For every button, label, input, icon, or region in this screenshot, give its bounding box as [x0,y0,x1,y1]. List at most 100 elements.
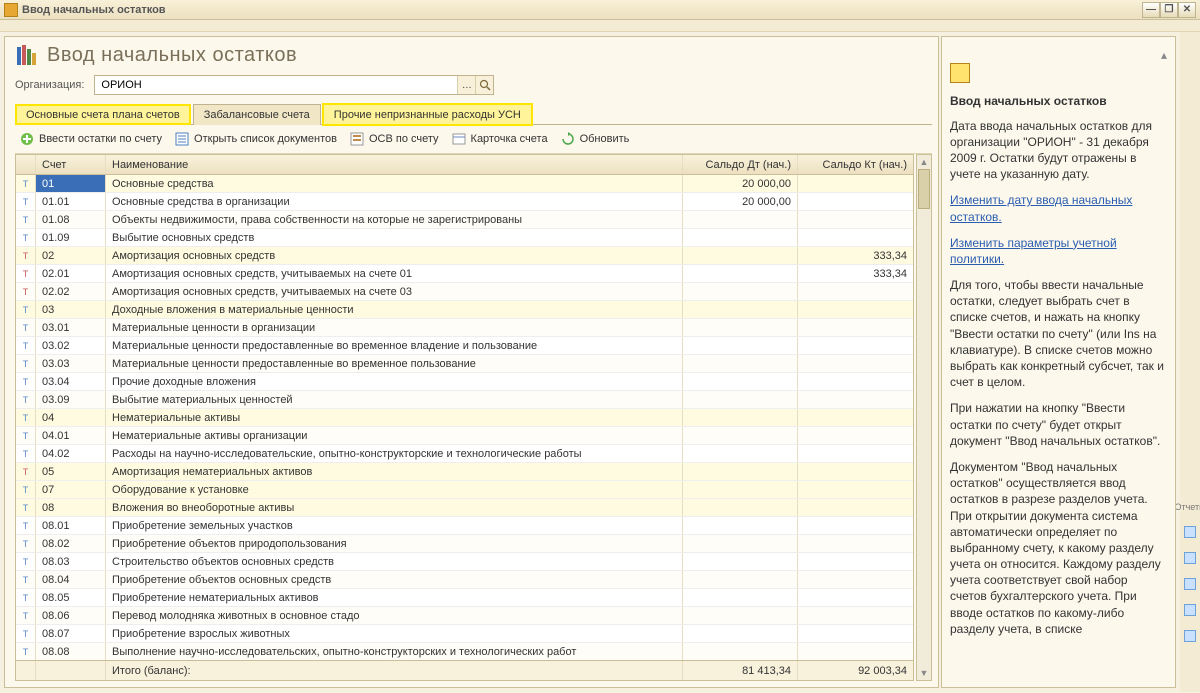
table-row[interactable]: Т 08.04 Приобретение объектов основных с… [16,571,913,589]
cell-saldo-dt [683,499,798,516]
table-scrollbar[interactable]: ▲ ▼ [916,154,932,681]
cell-account: 08.07 [36,625,106,642]
cell-account: 02.02 [36,283,106,300]
tab-2[interactable]: Прочие непризнанные расходы УСН [323,104,532,125]
table-row[interactable]: Т 05 Амортизация нематериальных активов [16,463,913,481]
cell-saldo-dt [683,409,798,426]
cell-name: Прочие доходные вложения [106,373,683,390]
table-row[interactable]: Т 02.01 Амортизация основных средств, уч… [16,265,913,283]
table-row[interactable]: Т 03.02 Материальные ценности предоставл… [16,337,913,355]
row-type-icon: Т [16,373,36,390]
cell-saldo-dt [683,247,798,264]
table-row[interactable]: Т 08.03 Строительство объектов основных … [16,553,913,571]
table-row[interactable]: Т 08.07 Приобретение взрослых животных [16,625,913,643]
table-row[interactable]: Т 02 Амортизация основных средств 333,34 [16,247,913,265]
action-osv[interactable]: ОСВ по счету [349,131,439,147]
cell-saldo-kt: 333,34 [798,265,913,282]
tab-1[interactable]: Забалансовые счета [193,104,321,125]
table-row[interactable]: Т 08.02 Приобретение объектов природопол… [16,535,913,553]
plus-icon [19,131,35,147]
table-row[interactable]: Т 08.08 Выполнение научно-исследовательс… [16,643,913,660]
dock-item[interactable] [1184,604,1196,616]
select-org-button[interactable]: … [457,76,475,94]
cell-saldo-kt [798,481,913,498]
search-org-button[interactable] [475,76,493,94]
table-row[interactable]: Т 08.01 Приобретение земельных участков [16,517,913,535]
action-open-list[interactable]: Открыть список документов [174,131,337,147]
cell-account: 05 [36,463,106,480]
table-row[interactable]: Т 04 Нематериальные активы [16,409,913,427]
cell-saldo-kt [798,427,913,444]
cell-saldo-dt [683,337,798,354]
cell-saldo-dt [683,589,798,606]
app-icon [4,3,18,17]
dock-item[interactable] [1184,526,1196,538]
table-row[interactable]: Т 01.09 Выбытие основных средств [16,229,913,247]
table-row[interactable]: Т 04.01 Нематериальные активы организаци… [16,427,913,445]
cell-name: Доходные вложения в материальные ценност… [106,301,683,318]
cell-account: 01.01 [36,193,106,210]
cell-saldo-kt: 333,34 [798,247,913,264]
cell-saldo-kt [798,463,913,480]
cell-saldo-kt [798,517,913,534]
table-row[interactable]: Т 03.09 Выбытие материальных ценностей [16,391,913,409]
minimize-button[interactable]: — [1142,2,1160,18]
link-change-policy[interactable]: Изменить параметры учетной политики. [950,236,1117,266]
row-type-icon: Т [16,301,36,318]
table-row[interactable]: Т 04.02 Расходы на научно-исследовательс… [16,445,913,463]
table-row[interactable]: Т 08.06 Перевод молодняка животных в осн… [16,607,913,625]
table-row[interactable]: Т 02.02 Амортизация основных средств, уч… [16,283,913,301]
action-refresh[interactable]: Обновить [560,131,630,147]
row-type-icon: Т [16,355,36,372]
cell-account: 01 [36,175,106,192]
table-footer: Итого (баланс): 81 413,34 92 003,34 [16,660,913,680]
cell-account: 08.02 [36,535,106,552]
help-paragraph: При нажатии на кнопку "Ввести остатки по… [950,400,1167,449]
scroll-thumb[interactable] [918,169,930,209]
action-enter-balance[interactable]: Ввести остатки по счету [19,131,162,147]
cell-account: 08 [36,499,106,516]
table-row[interactable]: Т 01.01 Основные средства в организации … [16,193,913,211]
table-row[interactable]: Т 03.01 Материальные ценности в организа… [16,319,913,337]
close-button[interactable]: ✕ [1178,2,1196,18]
card-icon [451,131,467,147]
table-row[interactable]: Т 03.03 Материальные ценности предоставл… [16,355,913,373]
scroll-down-icon[interactable]: ▼ [917,666,931,680]
cell-saldo-dt [683,283,798,300]
cell-account: 07 [36,481,106,498]
cell-saldo-kt [798,499,913,516]
col-name[interactable]: Наименование [106,155,683,174]
cell-name: Амортизация нематериальных активов [106,463,683,480]
cell-saldo-kt [798,391,913,408]
scroll-up-icon[interactable]: ▲ [917,155,931,169]
cell-saldo-dt [683,625,798,642]
dock-item[interactable] [1184,552,1196,564]
link-change-date[interactable]: Изменить дату ввода начальных остатков. [950,193,1132,223]
organization-input[interactable] [95,79,457,91]
cell-saldo-kt [798,535,913,552]
row-type-icon: Т [16,391,36,408]
table-row[interactable]: Т 03.04 Прочие доходные вложения [16,373,913,391]
table-row[interactable]: Т 07 Оборудование к установке [16,481,913,499]
action-card[interactable]: Карточка счета [451,131,548,147]
dock-item[interactable] [1184,630,1196,642]
row-type-icon: Т [16,445,36,462]
col-saldo-kt[interactable]: Сальдо Кт (нач.) [798,155,913,174]
col-icon[interactable] [16,155,36,174]
row-type-icon: Т [16,481,36,498]
table-row[interactable]: Т 01.08 Объекты недвижимости, права собс… [16,211,913,229]
tab-0[interactable]: Основные счета плана счетов [15,104,191,125]
col-account[interactable]: Счет [36,155,106,174]
help-title: Ввод начальных остатков [950,93,1167,109]
table-row[interactable]: Т 03 Доходные вложения в материальные це… [16,301,913,319]
table-row[interactable]: Т 08 Вложения во внеоборотные активы [16,499,913,517]
dock-item[interactable] [1184,578,1196,590]
col-saldo-dt[interactable]: Сальдо Дт (нач.) [683,155,798,174]
accounts-table: Счет Наименование Сальдо Дт (нач.) Сальд… [15,154,914,681]
cell-name: Материальные ценности предоставленные во… [106,355,683,372]
table-row[interactable]: Т 01 Основные средства 20 000,00 [16,175,913,193]
restore-button[interactable]: ❐ [1160,2,1178,18]
table-row[interactable]: Т 08.05 Приобретение нематериальных акти… [16,589,913,607]
scroll-up-icon[interactable]: ▴ [950,47,1167,63]
cell-name: Амортизация основных средств [106,247,683,264]
